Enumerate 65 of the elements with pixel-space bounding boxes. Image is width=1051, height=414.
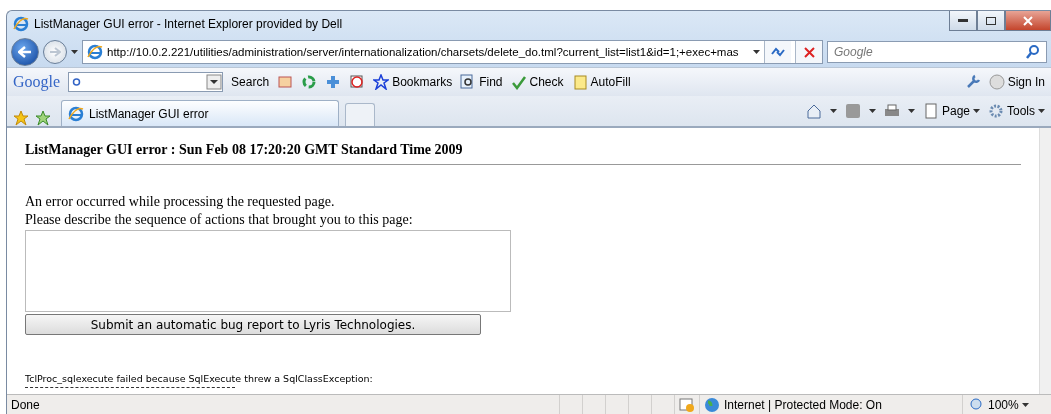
circle-icon [988,74,1005,90]
home-icon [805,103,822,119]
sign-in-button[interactable]: Sign In [988,74,1045,90]
maximize-icon [986,16,996,25]
forward-arrow-icon [49,47,61,57]
submit-bug-report-button[interactable]: Submit an automatic bug report to Lyris Technologies. [25,314,481,335]
back-button[interactable] [11,38,39,66]
caret-icon [753,50,760,54]
scrollbar[interactable] [1039,128,1051,394]
message-text: Please describe the sequence of actions that brought you to this page: [25,211,414,229]
bookmarks-button[interactable]: Bookmarks [373,74,453,90]
caret-icon [1038,109,1045,113]
add-favorite-icon [35,110,51,126]
back-arrow-icon [18,46,32,58]
zoom-level[interactable]: 100% [988,398,1019,412]
description-field[interactable] [25,230,511,312]
plus-icon [325,74,342,90]
maximize-button[interactable] [977,11,1005,31]
favorites-star-icon [13,110,29,126]
toolbar-search-field[interactable] [68,72,224,92]
document-icon [922,103,939,119]
spellcheck-icon [510,74,527,90]
search-icon [1025,44,1041,60]
autofill-button[interactable]: AutoFill [571,74,631,90]
search-field[interactable]: Google [827,41,1047,63]
exception-text: TclProc_sqlexecute failed because SqlExecute threw a SqlClassException: [25,373,373,384]
warning-icon [679,397,695,413]
message-text: An error occurred while processing the requested page. [25,193,336,211]
stop-icon [803,46,815,58]
star-icon [373,74,390,90]
caret-icon [868,109,876,113]
caret-icon [829,109,837,113]
caret-icon [973,109,980,113]
google-logo: Google [13,73,61,91]
globe-icon [704,397,720,413]
caret-icon [907,109,915,113]
notepad-icon [571,74,588,90]
tools-menu[interactable]: Tools [988,103,1045,119]
browser-logo-icon [87,44,103,60]
find-button[interactable]: Find [460,74,503,90]
window-title: ListManager GUI error - Internet Explorer provided by Dell [34,17,343,31]
dropdown-icon [206,74,223,90]
stop-button[interactable] [795,41,822,63]
printer-icon [883,103,900,119]
swirl-icon [301,74,318,90]
minimize-icon [958,18,968,23]
browser-tab[interactable]: ListManager GUI error [61,100,339,126]
close-button[interactable] [1005,11,1051,31]
page-menu[interactable]: Page [922,103,980,119]
gear-icon [988,103,1004,119]
error-heading: ListManager GUI error : Sun Feb 08 17:20:20 GMT Standard Time 2009 [25,142,1021,165]
address-bar[interactable]: http://10.0.2.221/utilities/administration/server/internationalization/charsets/delete_do.tml?current_list=list1&id=1;+exec+mas [82,40,823,64]
caret-icon [71,50,78,54]
forward-button[interactable] [43,40,67,64]
browser-logo-icon [68,105,84,122]
status-text: Done [11,398,41,412]
refresh-icon [771,46,785,58]
security-zone-text: Internet | Protected Mode: On [724,398,882,412]
search-button[interactable]: Search [231,75,270,89]
check-button[interactable]: Check [510,74,564,90]
close-icon [1023,15,1033,26]
minimize-button[interactable] [949,11,977,31]
browser-logo-icon [13,16,29,32]
refresh-button[interactable] [764,41,791,63]
caret-icon [1021,403,1029,407]
